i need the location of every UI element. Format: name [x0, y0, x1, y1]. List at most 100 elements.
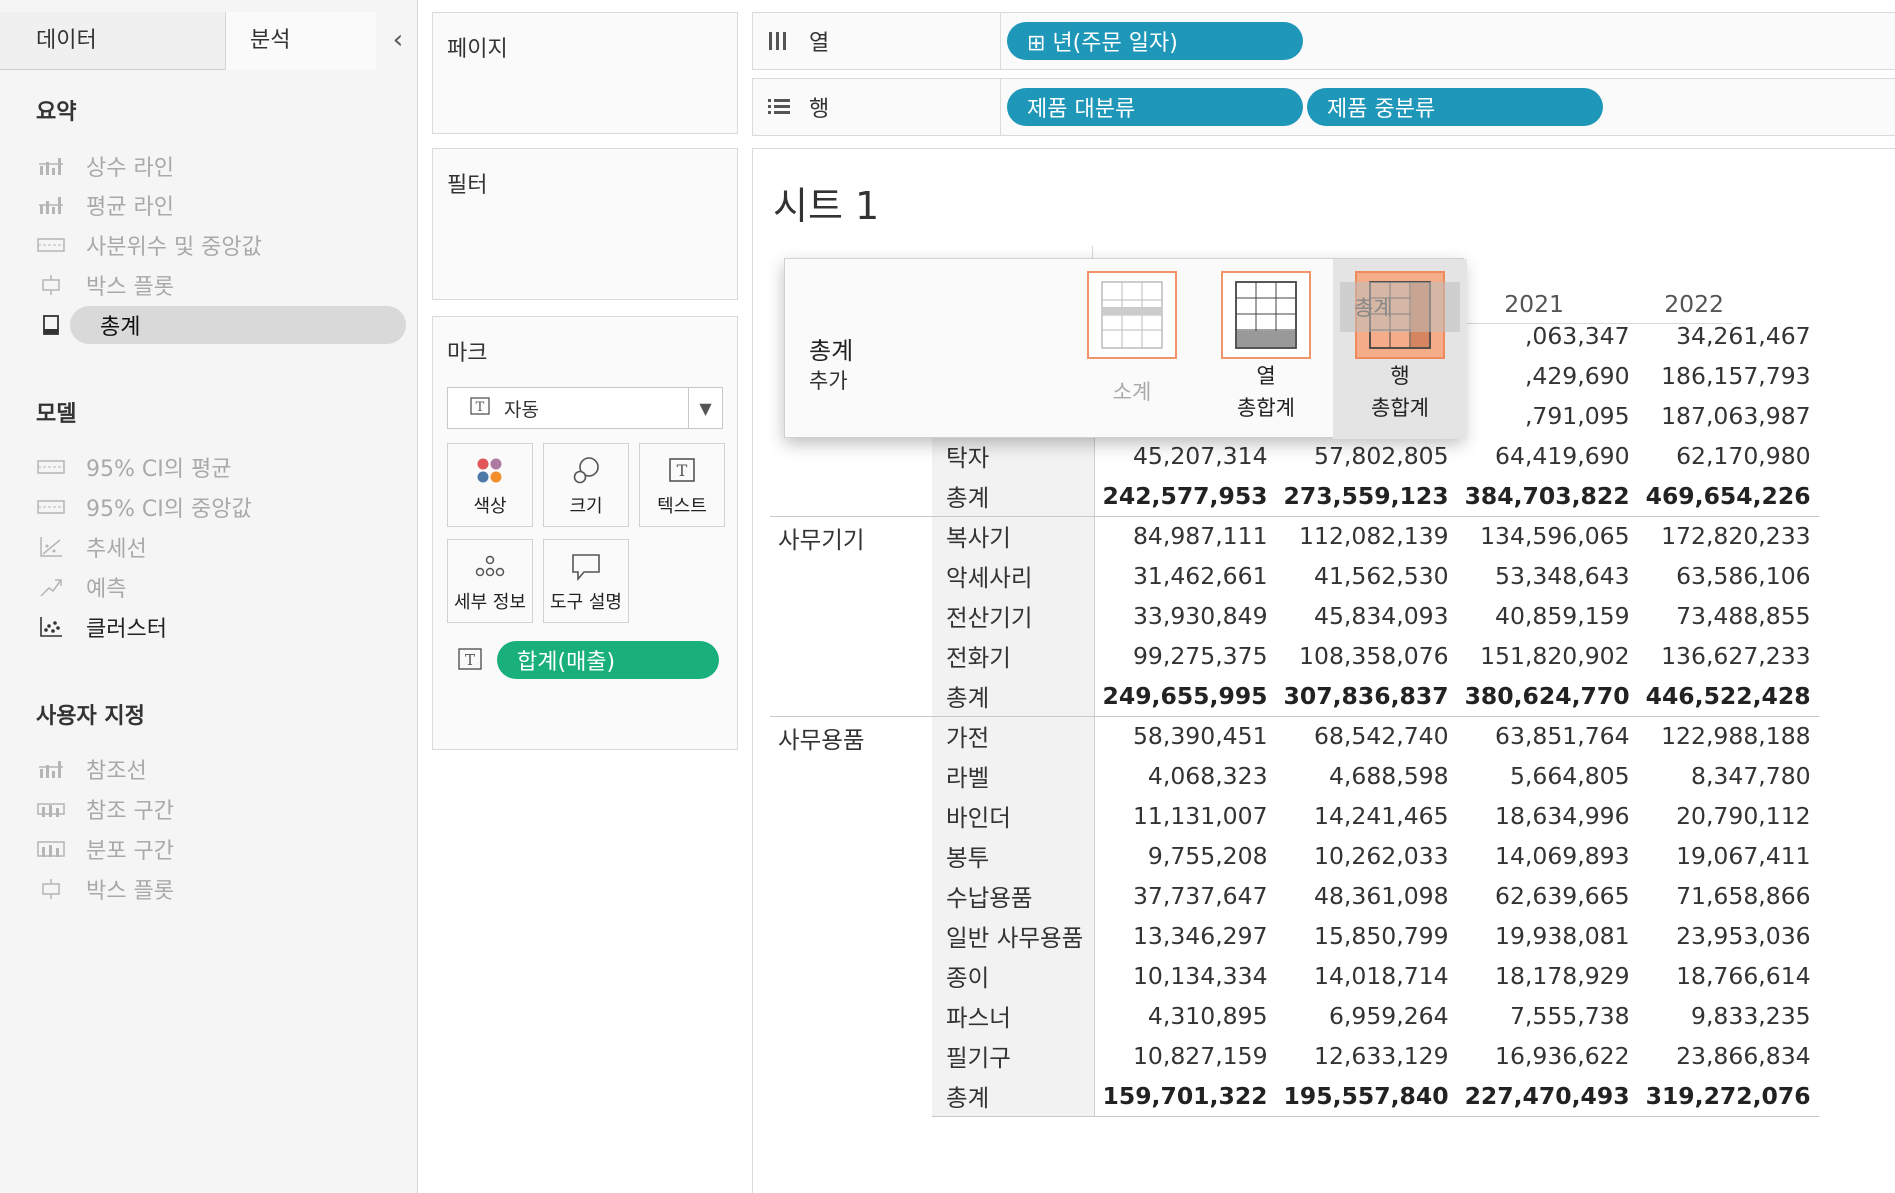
value-cell[interactable]: 18,634,996	[1457, 796, 1638, 836]
text-mark-button[interactable]: T 텍스트	[639, 443, 725, 527]
subcategory-cell[interactable]: 일반 사무용품	[932, 916, 1095, 956]
category-cell[interactable]	[770, 876, 932, 916]
category-cell[interactable]: 사무용품	[770, 715, 932, 756]
value-cell[interactable]: 19,938,081	[1457, 916, 1638, 956]
value-cell[interactable]: 15,850,799	[1276, 916, 1457, 956]
value-cell[interactable]: 122,988,188	[1637, 715, 1819, 756]
category-cell[interactable]	[770, 756, 932, 796]
value-cell[interactable]: 14,241,465	[1276, 796, 1457, 836]
value-cell[interactable]: 136,627,233	[1638, 636, 1819, 676]
value-cell[interactable]: 186,157,793	[1638, 356, 1819, 396]
subcategory-cell[interactable]: 필기구	[932, 1036, 1095, 1076]
value-cell[interactable]: 134,596,065	[1456, 515, 1638, 556]
total-label-cell[interactable]: 총계	[932, 1076, 1095, 1117]
tab-analysis[interactable]: 분석	[226, 12, 376, 70]
value-cell[interactable]: 319,272,076	[1637, 1076, 1819, 1117]
value-cell[interactable]: 84,987,111	[1094, 515, 1276, 556]
value-cell[interactable]: 18,178,929	[1457, 956, 1638, 996]
value-cell[interactable]: 40,859,159	[1457, 596, 1638, 636]
subcategory-cell[interactable]: 파스너	[932, 996, 1095, 1036]
color-mark-button[interactable]: 색상	[447, 443, 533, 527]
filters-card[interactable]: 필터	[432, 148, 738, 300]
analytics-item-average-line[interactable]: 평균 라인	[36, 186, 406, 224]
value-cell[interactable]: 4,068,323	[1094, 756, 1276, 796]
total-label-cell[interactable]: 총계	[932, 476, 1095, 517]
value-cell[interactable]: 68,542,740	[1275, 715, 1457, 756]
size-mark-button[interactable]: 크기	[543, 443, 629, 527]
value-cell[interactable]: 446,522,428	[1637, 676, 1819, 717]
value-cell[interactable]: 172,820,233	[1637, 515, 1819, 556]
tab-data[interactable]: 데이터	[0, 12, 226, 70]
value-cell[interactable]: 151,820,902	[1457, 636, 1638, 676]
value-cell[interactable]: 4,688,598	[1276, 756, 1457, 796]
analytics-item-custom-box-plot[interactable]: 박스 플롯	[36, 870, 406, 908]
product-category-pill[interactable]: 제품 대분류	[1007, 88, 1303, 126]
value-cell[interactable]: 14,069,893	[1457, 836, 1638, 876]
value-cell[interactable]: 112,082,139	[1275, 515, 1457, 556]
category-cell[interactable]	[770, 596, 932, 636]
value-cell[interactable]: 63,586,106	[1638, 556, 1819, 596]
value-cell[interactable]: 10,827,159	[1094, 1036, 1276, 1076]
category-cell[interactable]	[770, 916, 932, 956]
value-cell[interactable]: 33,930,849	[1094, 596, 1276, 636]
subcategory-cell[interactable]: 종이	[932, 956, 1095, 996]
value-cell[interactable]: 62,639,665	[1457, 876, 1638, 916]
analytics-item-ci-median[interactable]: 95% CI의 중앙값	[36, 488, 406, 526]
analytics-item-ci-mean[interactable]: 95% CI의 평균	[36, 448, 406, 486]
value-cell[interactable]: 14,018,714	[1276, 956, 1457, 996]
value-cell[interactable]: 73,488,855	[1638, 596, 1819, 636]
value-cell[interactable]: 249,655,995	[1094, 676, 1276, 717]
subcategory-cell[interactable]: 수납용품	[932, 876, 1095, 916]
analytics-item-cluster[interactable]: 클러스터	[36, 608, 406, 646]
category-cell[interactable]	[770, 996, 932, 1036]
analytics-item-box-plot[interactable]: 박스 플롯	[36, 266, 406, 304]
value-cell[interactable]: 7,555,738	[1457, 996, 1638, 1036]
sum-sales-pill[interactable]: 합계(매출)	[497, 641, 719, 679]
tooltip-mark-button[interactable]: 도구 설명	[543, 539, 629, 623]
pages-card[interactable]: 페이지	[432, 12, 738, 134]
value-cell[interactable]: 9,833,235	[1638, 996, 1819, 1036]
value-cell[interactable]: 53,348,643	[1457, 556, 1638, 596]
value-cell[interactable]: 23,866,834	[1638, 1036, 1819, 1076]
mark-type-dropdown[interactable]: T 자동 ▼	[447, 387, 723, 429]
value-cell[interactable]: 41,562,530	[1276, 556, 1457, 596]
value-cell[interactable]: 8,347,780	[1638, 756, 1819, 796]
subcategory-cell[interactable]: 악세사리	[932, 556, 1095, 596]
subcategory-cell[interactable]: 가전	[932, 715, 1095, 756]
value-cell[interactable]: 71,658,866	[1638, 876, 1819, 916]
subcategory-cell[interactable]: 전산기기	[932, 596, 1095, 636]
analytics-item-constant-line[interactable]: 상수 라인	[36, 147, 406, 185]
year-order-date-pill[interactable]: ⊞ 년(주문 일자)	[1007, 22, 1303, 60]
value-cell[interactable]: 45,207,314	[1094, 436, 1276, 476]
column-grand-totals-drop-target[interactable]: 열 총합계	[1199, 259, 1333, 439]
value-cell[interactable]: 6,959,264	[1276, 996, 1457, 1036]
value-cell[interactable]: 10,134,334	[1094, 956, 1276, 996]
total-label-cell[interactable]: 총계	[932, 676, 1095, 717]
value-cell[interactable]: 62,170,980	[1638, 436, 1819, 476]
value-cell[interactable]: 64,419,690	[1457, 436, 1638, 476]
value-cell[interactable]: 307,836,837	[1275, 676, 1457, 717]
value-cell[interactable]: 45,834,093	[1276, 596, 1457, 636]
value-cell[interactable]: 108,358,076	[1276, 636, 1457, 676]
value-cell[interactable]: 37,737,647	[1094, 876, 1276, 916]
value-cell[interactable]: 99,275,375	[1094, 636, 1276, 676]
value-cell[interactable]: 12,633,129	[1276, 1036, 1457, 1076]
subtotals-drop-target[interactable]: 소계	[1065, 259, 1199, 439]
value-cell[interactable]: 5,664,805	[1457, 756, 1638, 796]
detail-mark-button[interactable]: 세부 정보	[447, 539, 533, 623]
value-cell[interactable]: ,791,095	[1457, 396, 1638, 436]
collapse-pane-button[interactable]: ‹	[384, 22, 412, 58]
subcategory-cell[interactable]: 복사기	[932, 515, 1095, 556]
category-cell[interactable]	[770, 796, 932, 836]
value-cell[interactable]: 187,063,987	[1638, 396, 1819, 436]
analytics-item-reference-band[interactable]: 참조 구간	[36, 790, 406, 828]
category-cell[interactable]	[770, 956, 932, 996]
value-cell[interactable]: 4,310,895	[1094, 996, 1276, 1036]
category-cell[interactable]	[770, 556, 932, 596]
product-subcategory-pill[interactable]: 제품 중분류	[1307, 88, 1603, 126]
category-cell[interactable]	[770, 436, 932, 476]
value-cell[interactable]: 34,261,467	[1638, 316, 1819, 356]
value-cell[interactable]: 23,953,036	[1638, 916, 1819, 956]
value-cell[interactable]: 195,557,840	[1275, 1076, 1457, 1117]
analytics-item-distribution-band[interactable]: 분포 구간	[36, 830, 406, 868]
